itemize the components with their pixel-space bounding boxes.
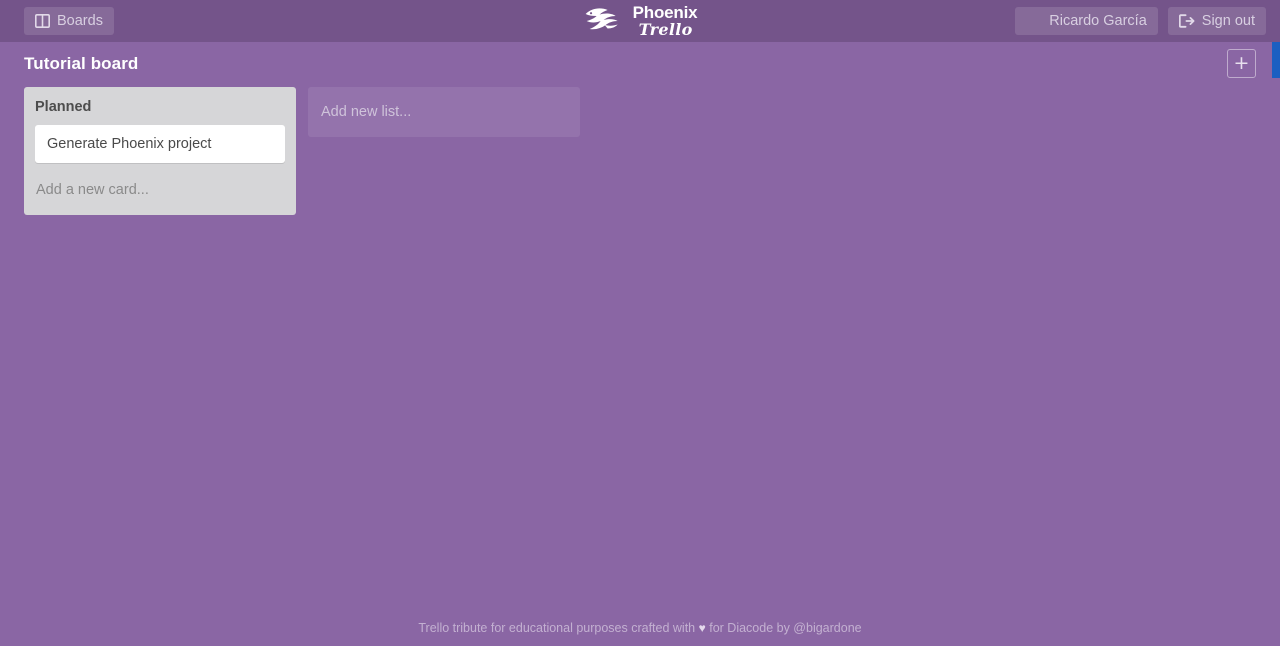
board-header: Tutorial board + (0, 42, 1280, 87)
logo-wordmark: Phoenix Trello (633, 4, 698, 38)
sign-out-label: Sign out (1201, 12, 1255, 29)
footer-text-before: Trello tribute for educational purposes … (418, 621, 696, 635)
add-card-button[interactable]: Add a new card... (35, 172, 285, 215)
user-avatar-photo (1018, 10, 1041, 33)
user-name-label: Ricardo García (1049, 12, 1147, 29)
add-list-button[interactable]: Add new list... (308, 87, 580, 137)
member-avatar-1[interactable] (1155, 49, 1184, 78)
board-canvas: Planned Generate Phoenix project Add a n… (0, 87, 1280, 607)
header-left-group: Boards (24, 7, 114, 35)
member-avatar-2[interactable] (1191, 49, 1220, 78)
boards-button[interactable]: Boards (24, 7, 114, 35)
footer: Trello tribute for educational purposes … (0, 621, 1280, 635)
add-member-button[interactable]: + (1227, 49, 1256, 78)
top-header: Boards Phoenix Trello Ricardo García Sig… (0, 0, 1280, 42)
scrollbar-thumb[interactable] (1272, 42, 1280, 78)
board-columns-icon (35, 14, 50, 28)
boards-label: Boards (57, 12, 103, 29)
sign-out-icon (1178, 14, 1195, 28)
logo-phoenix-text: Phoenix (632, 3, 698, 22)
list-planned: Planned Generate Phoenix project Add a n… (24, 87, 296, 215)
app-logo: Phoenix Trello (583, 1, 698, 41)
header-right-group: Ricardo García Sign out (1015, 7, 1266, 35)
logo-trello-text: Trello (638, 20, 693, 39)
sign-out-button[interactable]: Sign out (1167, 7, 1266, 35)
heart-icon: ♥ (698, 621, 706, 635)
card[interactable]: Generate Phoenix project (35, 125, 285, 163)
list-title[interactable]: Planned (35, 96, 285, 125)
user-menu-button[interactable]: Ricardo García (1015, 7, 1158, 35)
footer-text-after: for Diacode by @bigardone (709, 621, 862, 635)
phoenix-bird-icon (583, 5, 629, 40)
board-title: Tutorial board (24, 54, 139, 73)
board-members: + (1155, 49, 1256, 78)
